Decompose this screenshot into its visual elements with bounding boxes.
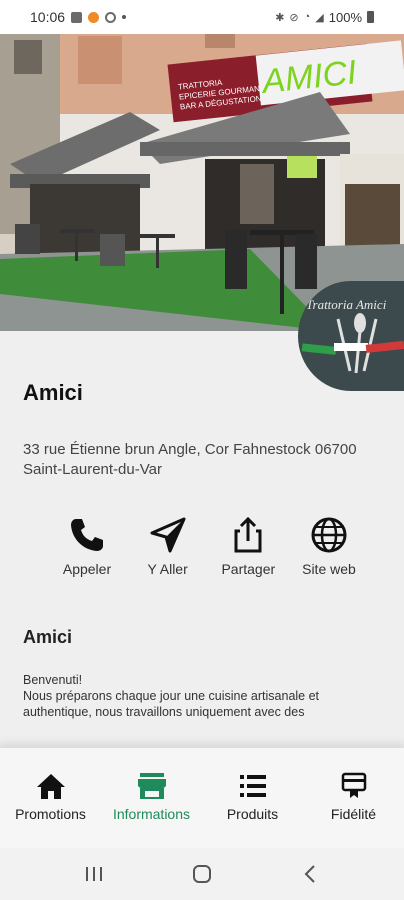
back-chevron-icon	[304, 865, 315, 883]
bluetooth-icon: ✱	[275, 11, 285, 24]
share-icon	[234, 516, 262, 553]
system-navigation-bar	[0, 848, 404, 900]
wifi-icon: ◔	[303, 11, 311, 23]
nav-promotions[interactable]: Promotions	[0, 748, 101, 848]
phone-icon	[71, 519, 103, 551]
status-time: 10:06	[30, 9, 66, 25]
share-label: Partager	[221, 561, 276, 577]
directions-label: Y Aller	[147, 561, 188, 577]
mute-icon: ⊘	[289, 11, 299, 24]
restaurant-address[interactable]: 33 rue Étienne brun Angle, Cor Fahnestoc…	[23, 440, 383, 480]
nav-fidelite[interactable]: Fidélité	[303, 748, 404, 848]
signal-icon: ◢	[315, 11, 324, 24]
app-notification-icon	[88, 11, 100, 23]
status-bar: 10:06 ✱ ⊘ ◔ ◢ 100%	[0, 0, 404, 34]
directions-button[interactable]: Y Aller	[129, 515, 207, 577]
more-notifications-icon	[122, 15, 127, 19]
list-icon	[239, 775, 266, 797]
recent-apps-button[interactable]	[74, 859, 114, 889]
website-button[interactable]: Site web	[290, 515, 368, 577]
home-button[interactable]	[182, 859, 222, 889]
globe-icon	[311, 517, 347, 553]
back-button[interactable]	[290, 859, 330, 889]
battery-percent: 100%	[328, 9, 362, 25]
nav-produits-label: Produits	[226, 806, 279, 822]
share-button[interactable]: Partager	[209, 515, 287, 577]
nav-fidelite-label: Fidélité	[330, 806, 377, 822]
nav-produits[interactable]: Produits	[202, 748, 303, 848]
nav-informations-label: Informations	[112, 806, 191, 822]
call-label: Appeler	[62, 561, 112, 577]
about-description: Benvenuti! Nous préparons chaque jour un…	[23, 672, 383, 720]
about-line-1: Benvenuti!	[23, 673, 83, 687]
gallery-notification-icon	[71, 11, 83, 23]
trattoria-logo-icon: Trattoria Amici	[301, 297, 404, 374]
about-line-2: Nous préparons chaque jour une cuisine a…	[23, 689, 320, 719]
about-title: Amici	[23, 627, 73, 647]
navigation-arrow-icon	[150, 517, 186, 553]
bottom-navigation: Promotions Informations Produits Fidélit…	[0, 748, 404, 848]
home-icon	[36, 774, 65, 799]
whatsapp-notification-icon	[105, 11, 117, 23]
loyalty-card-icon	[341, 772, 366, 798]
restaurant-name: Amici	[23, 380, 83, 405]
battery-icon	[367, 11, 374, 23]
store-icon	[137, 773, 166, 799]
nav-informations[interactable]: Informations	[101, 748, 202, 848]
nav-promotions-label: Promotions	[15, 806, 86, 822]
svg-text:Trattoria Amici: Trattoria Amici	[306, 297, 387, 312]
restaurant-logo: Trattoria Amici	[298, 281, 404, 391]
recent-apps-icon	[86, 867, 102, 881]
website-label: Site web	[302, 561, 356, 577]
home-circle-icon	[193, 865, 211, 883]
call-button[interactable]: Appeler	[48, 515, 126, 577]
action-bar: Appeler Y Aller Partager Site web	[48, 515, 368, 577]
